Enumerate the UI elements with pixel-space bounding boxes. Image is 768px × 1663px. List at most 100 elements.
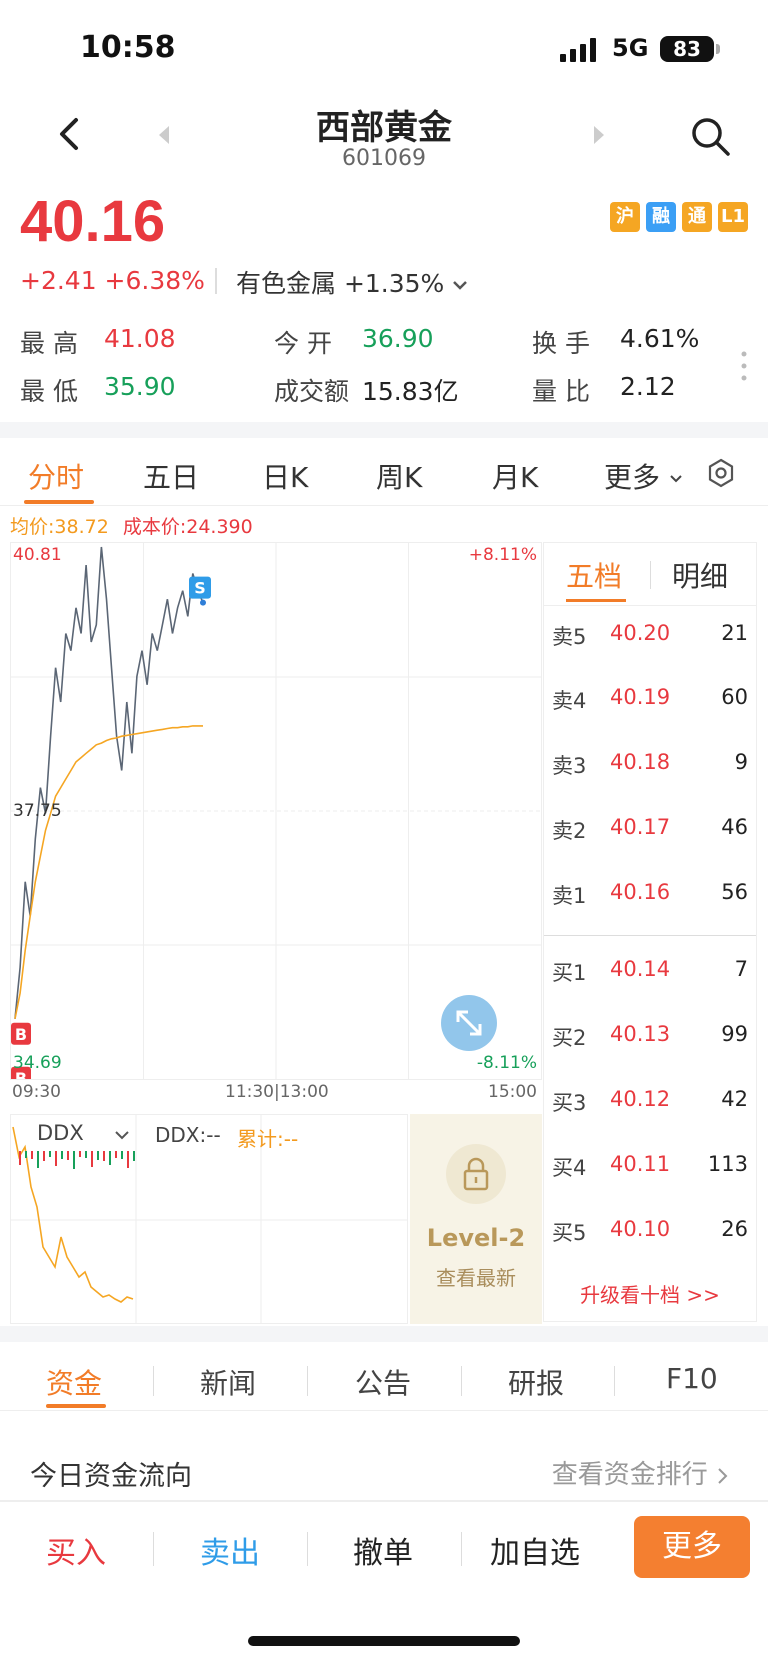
ask-row: 卖1 40.16 56 (544, 880, 754, 920)
ddx-bar (25, 1151, 27, 1158)
active-tab-indicator (24, 500, 94, 504)
divider (461, 1532, 462, 1566)
lock-icon (463, 1157, 489, 1191)
open-value: 36.90 (362, 324, 434, 353)
bid-price: 40.12 (610, 1087, 671, 1111)
divider (0, 1500, 768, 1502)
ask-label: 卖5 (552, 625, 587, 649)
ask-price: 40.18 (610, 750, 671, 774)
tab-five-levels[interactable]: 五档 (566, 555, 622, 595)
open-label: 今 开 (274, 329, 332, 358)
bid-price: 40.13 (610, 1022, 671, 1046)
bid-label: 买2 (552, 1026, 587, 1050)
price-line (14, 546, 204, 1019)
bid-row: 买2 40.13 99 (544, 1022, 754, 1062)
ask-volume: 9 (734, 750, 748, 774)
sector-label: 有色金属 +1.35% (236, 269, 445, 298)
ddx-bar (103, 1151, 105, 1161)
bid-volume: 113 (707, 1152, 748, 1176)
tab-detail[interactable]: 明细 (672, 555, 728, 595)
intraday-chart[interactable]: SBB 40.81 37.75 34.69 +8.11% -8.11% (10, 542, 542, 1080)
divider (0, 1410, 768, 1411)
current-price: 40.16 (20, 189, 166, 254)
level2-subtitle: 查看最新 (436, 1266, 516, 1290)
fund-flow-title: 今日资金流向 (30, 1461, 192, 1492)
pct-max-label: +8.11% (468, 545, 537, 565)
tab-daily-k[interactable]: 日K (262, 456, 308, 496)
tab-monthly-k[interactable]: 月K (492, 456, 538, 496)
section-divider (0, 422, 768, 438)
fund-ranking-link[interactable]: 查看资金排行 (552, 1454, 728, 1491)
ask-row: 卖4 40.19 60 (544, 685, 754, 725)
bid-label: 买1 (552, 961, 587, 985)
buy-button[interactable]: 买入 (46, 1528, 106, 1572)
tab-announcements[interactable]: 公告 (355, 1362, 411, 1402)
ask-label: 卖3 (552, 754, 587, 778)
bid-volume: 7 (734, 957, 748, 981)
tab-weekly-k[interactable]: 周K (376, 456, 422, 496)
battery-icon: 83 (660, 36, 714, 62)
sector-link[interactable]: 有色金属 +1.35% (236, 264, 468, 300)
tab-funds[interactable]: 资金 (46, 1362, 102, 1402)
ask-row: 卖5 40.20 21 (544, 621, 754, 661)
tab-news[interactable]: 新闻 (200, 1362, 256, 1402)
status-time: 10:58 (80, 30, 176, 65)
divider (544, 935, 756, 936)
cancel-order-button[interactable]: 撤单 (353, 1528, 413, 1572)
ratio-value: 2.12 (620, 372, 676, 401)
ratio-label: 量 比 (532, 377, 590, 406)
tab-more[interactable]: 更多 (604, 456, 683, 496)
ask-price: 40.17 (610, 815, 671, 839)
active-tab-indicator (566, 599, 626, 602)
amount-label: 成交额 (274, 377, 350, 406)
add-watchlist-button[interactable]: 加自选 (490, 1528, 580, 1572)
lock-icon-bg (446, 1144, 506, 1204)
divider (215, 268, 217, 294)
divider (0, 505, 768, 506)
ddx-bar (31, 1151, 33, 1159)
divider (650, 561, 651, 589)
search-icon[interactable] (688, 114, 732, 158)
ddx-bar (109, 1151, 111, 1165)
tab-more-label: 更多 (604, 461, 661, 494)
ddx-cumulative: 累计:-- (237, 1127, 299, 1151)
y-mid-label: 37.75 (13, 801, 62, 821)
settings-icon[interactable] (706, 458, 736, 488)
divider (614, 1366, 615, 1396)
ddx-bar (55, 1151, 57, 1166)
y-min-label: 34.69 (13, 1053, 62, 1073)
tab-f10[interactable]: F10 (666, 1362, 718, 1395)
divider (307, 1532, 308, 1566)
ask-volume: 56 (721, 880, 748, 904)
tab-five-day[interactable]: 五日 (143, 456, 199, 496)
bid-row: 买3 40.12 42 (544, 1087, 754, 1127)
stock-name: 西部黄金 (316, 108, 452, 148)
ask-volume: 60 (721, 685, 748, 709)
bid-price: 40.11 (610, 1152, 671, 1176)
tab-research[interactable]: 研报 (508, 1362, 564, 1402)
divider (461, 1366, 462, 1396)
sell-button[interactable]: 卖出 (200, 1528, 260, 1572)
more-vertical-icon[interactable] (740, 350, 748, 382)
ask-price: 40.16 (610, 880, 671, 904)
low-label: 最 低 (20, 377, 78, 406)
ask-label: 卖1 (552, 884, 587, 908)
upgrade-link[interactable]: 升级看十档 >> (544, 1279, 756, 1308)
fullscreen-button[interactable] (441, 995, 497, 1051)
tab-intraday[interactable]: 分时 (28, 456, 84, 496)
level2-lock-panel[interactable]: Level-2 查看最新 (410, 1114, 542, 1324)
ddx-select[interactable]: DDX (37, 1121, 130, 1145)
next-stock-icon[interactable] (590, 124, 608, 146)
ask-volume: 46 (721, 815, 748, 839)
x-label-end: 15:00 (488, 1082, 537, 1102)
ddx-bar (49, 1151, 51, 1157)
ask-row: 卖3 40.18 9 (544, 750, 754, 790)
ddx-bar (127, 1151, 129, 1168)
buy-marker-label: B (15, 1025, 27, 1044)
ddx-panel: DDX DDX:-- 累计:-- (10, 1114, 408, 1324)
ddx-bar (79, 1151, 81, 1157)
more-button[interactable]: 更多 (634, 1516, 750, 1578)
fund-ranking-label: 查看资金排行 (551, 1460, 708, 1490)
chevron-down-icon (115, 1131, 130, 1140)
x-label-start: 09:30 (12, 1082, 61, 1102)
